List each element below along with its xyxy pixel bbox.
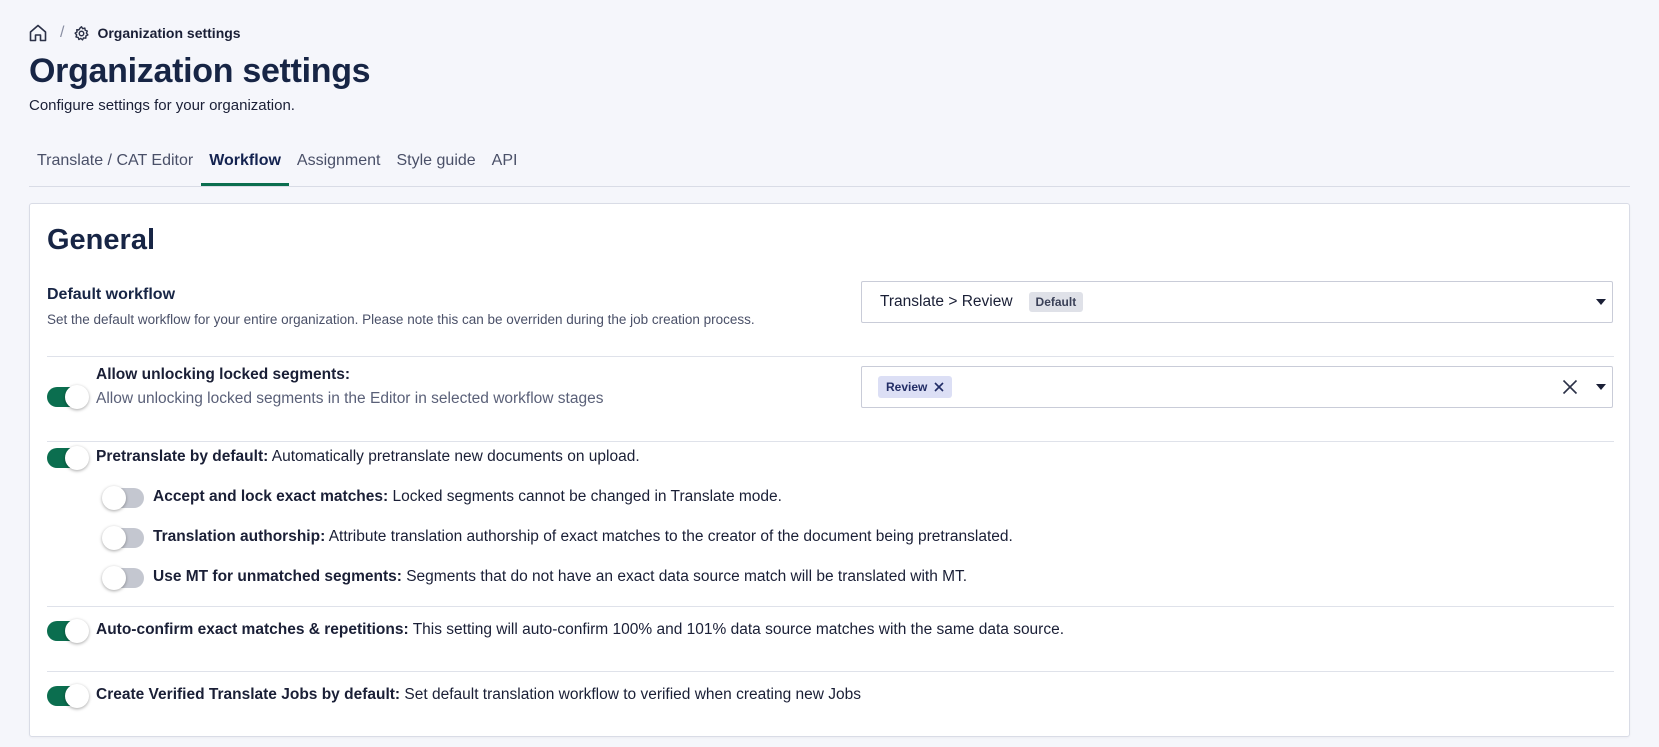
tab-translate-cat-editor[interactable]: Translate / CAT Editor	[29, 140, 201, 186]
accept-lock-description: Locked segments cannot be changed in Tra…	[392, 488, 782, 505]
stage-chip-label: Review	[886, 380, 928, 394]
authorship-description: Attribute translation authorship of exac…	[328, 528, 1013, 545]
breadcrumb: / Organization settings	[28, 22, 241, 44]
unlock-segments-description: Allow unlocking locked segments in the E…	[96, 390, 604, 407]
default-workflow-value: Translate > Review	[880, 293, 1013, 310]
breadcrumb-current: Organization settings	[97, 25, 241, 41]
page-title: Organization settings	[29, 52, 371, 90]
toggle-knob	[102, 526, 126, 550]
divider	[47, 356, 1614, 357]
accept-lock-label: Accept and lock exact matches:	[153, 488, 389, 505]
close-icon[interactable]	[934, 382, 944, 392]
accept-lock-row: Accept and lock exact matches: Locked se…	[153, 488, 782, 506]
verified-jobs-description: Set default translation workflow to veri…	[404, 686, 862, 703]
tab-assignment[interactable]: Assignment	[289, 140, 389, 186]
default-workflow-description: Set the default workflow for your entire…	[47, 312, 755, 327]
auto-confirm-description: This setting will auto-confirm 100% and …	[412, 621, 1065, 638]
section-title: General	[47, 224, 155, 256]
stage-chip: Review	[878, 376, 953, 398]
default-badge: Default	[1028, 292, 1084, 312]
authorship-label: Translation authorship:	[153, 528, 326, 545]
workflow-stage-multiselect[interactable]: Review	[861, 366, 1613, 408]
use-mt-description: Segments that do not have an exact data …	[406, 568, 968, 585]
pretranslate-row: Pretranslate by default: Automatically p…	[96, 448, 640, 466]
home-icon[interactable]	[28, 23, 48, 43]
divider	[47, 671, 1614, 672]
verified-jobs-label: Create Verified Translate Jobs by defaul…	[96, 686, 401, 703]
page-subtitle: Configure settings for your organization…	[29, 97, 295, 114]
caret-down-icon[interactable]	[1596, 384, 1606, 390]
pretranslate-label: Pretranslate by default:	[96, 448, 269, 465]
default-workflow-select[interactable]: Translate > Review Default	[861, 281, 1613, 323]
default-workflow-label: Default workflow	[47, 286, 176, 303]
toggle-knob	[102, 486, 126, 510]
general-settings-card: General Default workflow Set the default…	[29, 203, 1630, 737]
gear-icon	[73, 25, 90, 42]
tab-style-guide[interactable]: Style guide	[389, 140, 484, 186]
use-mt-label: Use MT for unmatched segments:	[153, 568, 402, 585]
authorship-row: Translation authorship: Attribute transl…	[153, 528, 1013, 546]
unlock-segments-toggle[interactable]	[47, 385, 89, 409]
auto-confirm-row: Auto-confirm exact matches & repetitions…	[96, 621, 1064, 639]
tab-api[interactable]: API	[484, 140, 526, 186]
divider	[47, 441, 1614, 442]
toggle-knob	[65, 684, 89, 708]
accept-lock-toggle[interactable]	[102, 486, 144, 510]
auto-confirm-label: Auto-confirm exact matches & repetitions…	[96, 621, 409, 638]
pretranslate-description: Automatically pretranslate new documents…	[271, 448, 640, 465]
pretranslate-toggle[interactable]	[47, 446, 89, 470]
use-mt-toggle[interactable]	[102, 566, 144, 590]
settings-tabs: Translate / CAT Editor Workflow Assignme…	[29, 140, 1630, 187]
verified-jobs-row: Create Verified Translate Jobs by defaul…	[96, 686, 861, 704]
caret-down-icon[interactable]	[1596, 299, 1606, 305]
breadcrumb-separator: /	[60, 24, 65, 41]
auto-confirm-toggle[interactable]	[47, 619, 89, 643]
verified-jobs-toggle[interactable]	[47, 684, 89, 708]
toggle-knob	[102, 566, 126, 590]
tab-workflow[interactable]: Workflow	[201, 140, 289, 186]
toggle-knob	[65, 619, 89, 643]
toggle-knob	[65, 446, 89, 470]
divider	[47, 606, 1614, 607]
unlock-segments-label: Allow unlocking locked segments:	[96, 366, 350, 384]
toggle-knob	[65, 385, 89, 409]
use-mt-row: Use MT for unmatched segments: Segments …	[153, 568, 967, 586]
clear-selection-icon[interactable]	[1562, 379, 1578, 395]
authorship-toggle[interactable]	[102, 526, 144, 550]
unlock-segments-title: Allow unlocking locked segments:	[96, 366, 351, 383]
